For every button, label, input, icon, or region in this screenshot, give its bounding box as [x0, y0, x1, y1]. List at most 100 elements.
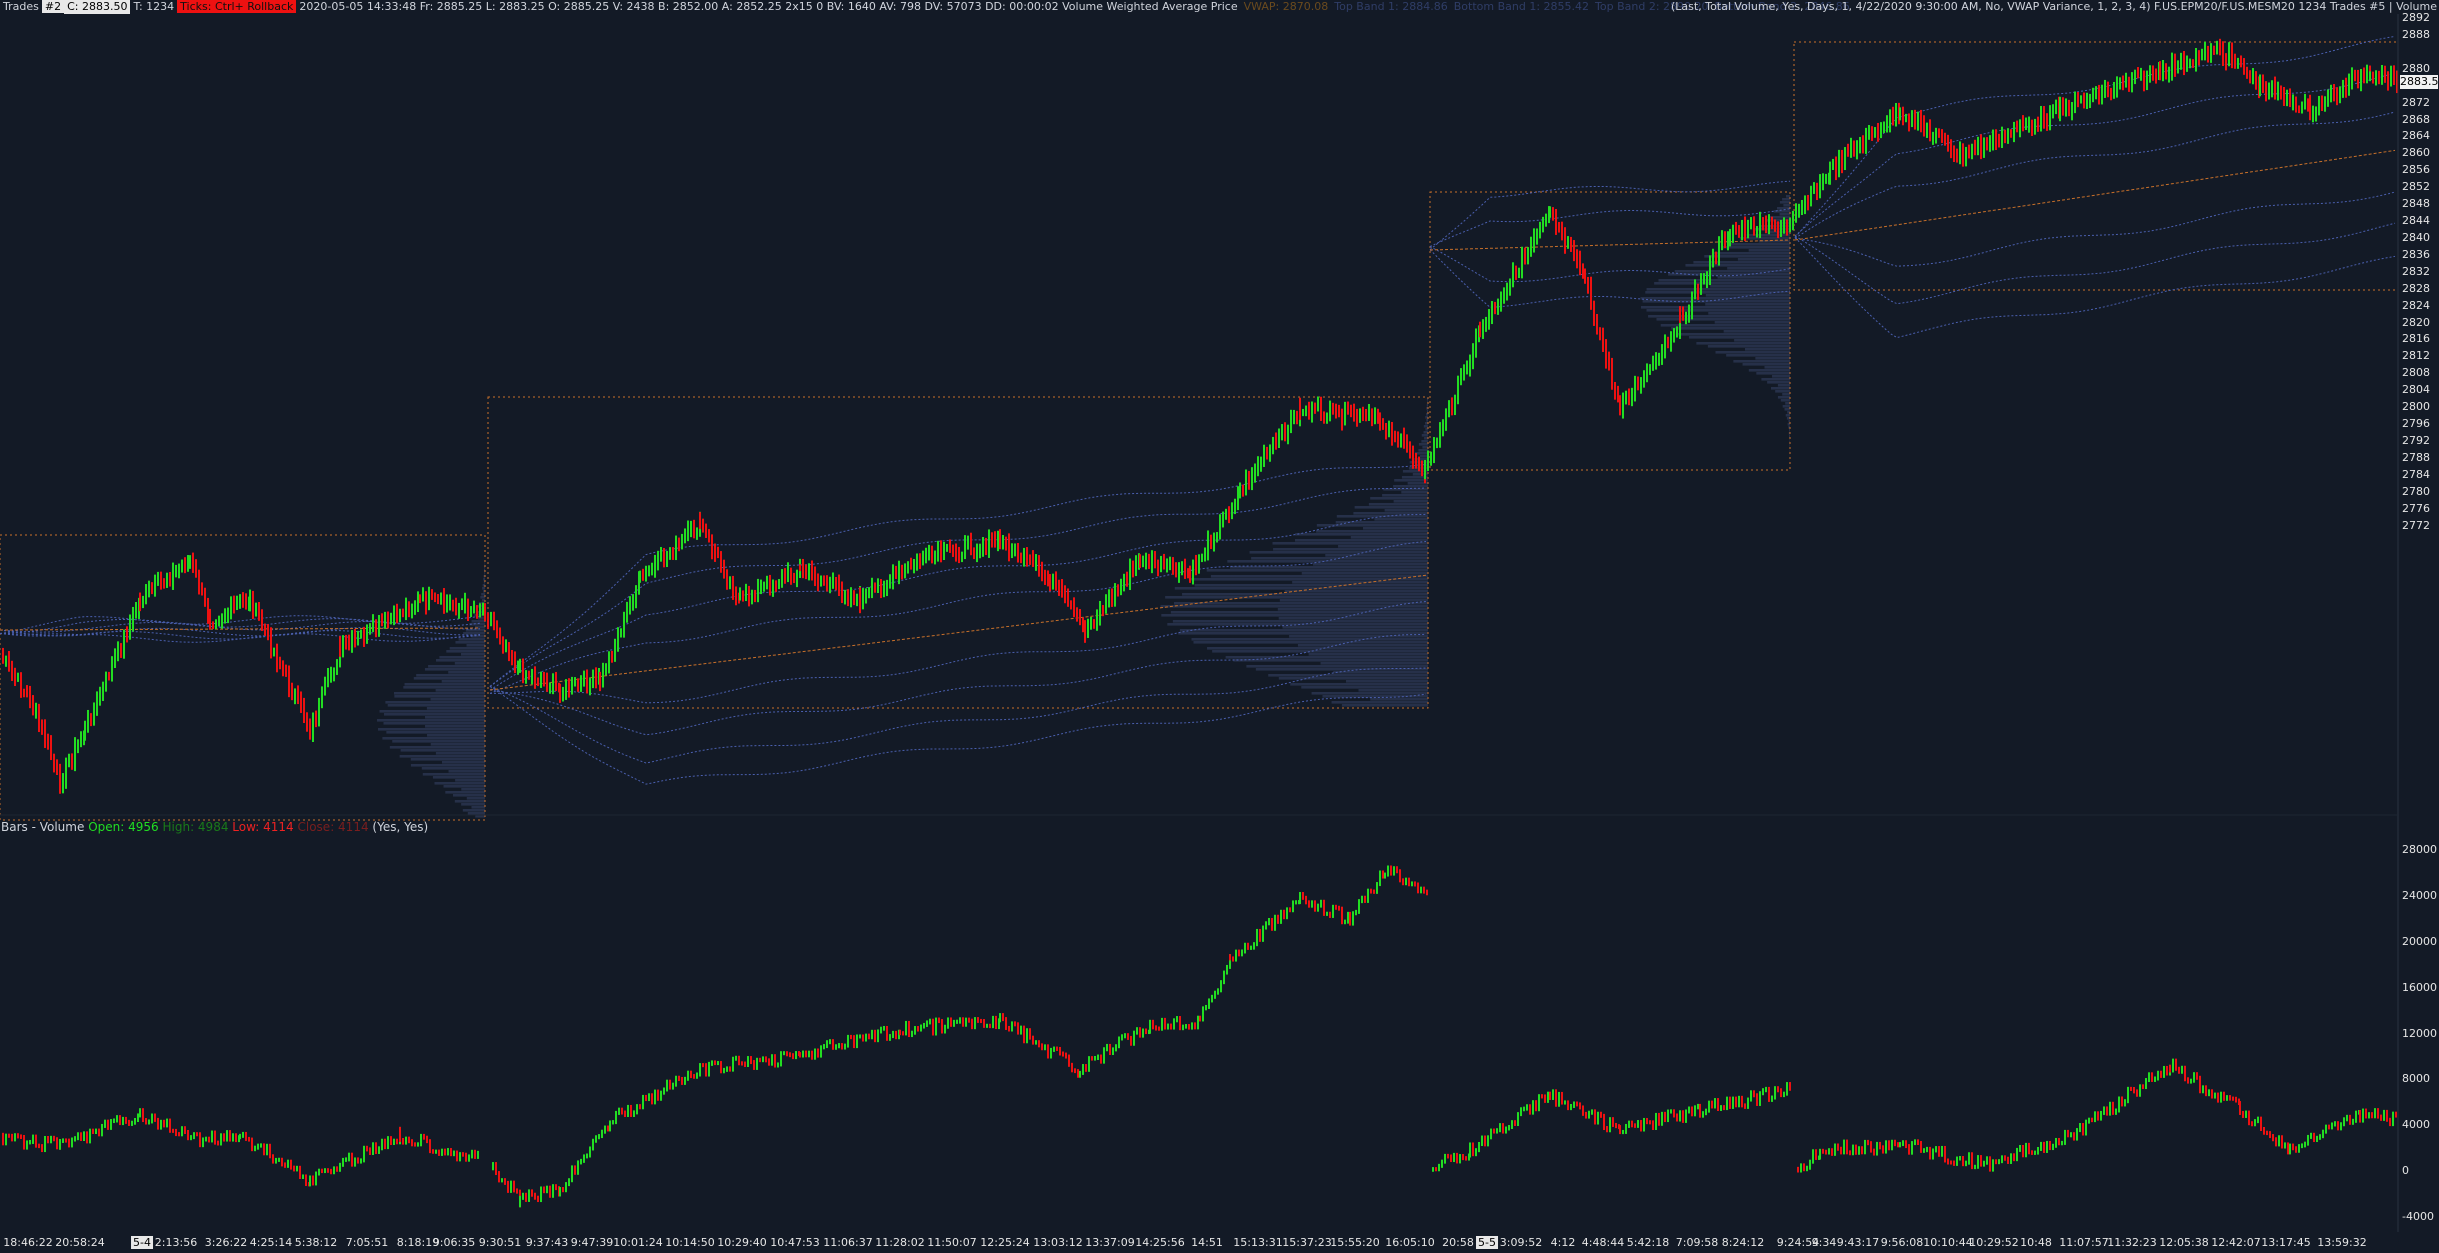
- time-axis-label: 13:17:45: [2261, 1236, 2311, 1249]
- volume-profile-row: [1772, 375, 1790, 378]
- volume-profile-row: [1764, 366, 1790, 369]
- vwap-line: [1794, 149, 2396, 241]
- chart-number-badge[interactable]: #2: [41, 0, 65, 13]
- volume-scale-label: 4000: [2402, 1118, 2430, 1132]
- volume-title-name: Bars - Volume: [1, 820, 85, 834]
- volume-settings-label: (Yes, Yes): [372, 820, 429, 834]
- volume-profile-row: [1384, 509, 1428, 512]
- time-axis-label: 12:25:24: [980, 1236, 1030, 1249]
- volume-profile-row: [1707, 345, 1790, 348]
- volume-profile-row: [432, 776, 485, 779]
- volume-profile-row: [1225, 656, 1428, 659]
- volume-scale[interactable]: 28000 24000 20000 16000 12000 8000 4000 0 -4000: [2398, 0, 2439, 1232]
- volume-profile-row: [424, 668, 485, 671]
- rollback-warning[interactable]: Ticks: Ctrl+ Rollback: [177, 0, 297, 13]
- volume-profile-row: [453, 794, 485, 797]
- volume-profile-row: [1789, 429, 1790, 432]
- volume-profile-row: [1421, 434, 1428, 437]
- volume-profile-row: [455, 779, 485, 782]
- volume-profile-row: [1312, 563, 1428, 566]
- volume-profile-row: [1645, 291, 1790, 294]
- volume-profile-row: [1172, 620, 1428, 623]
- volume-profile-row: [1370, 698, 1428, 701]
- volume-profile-row: [1277, 608, 1428, 611]
- volume-profile-row: [1210, 575, 1428, 578]
- volume-profile-row: [1363, 527, 1428, 530]
- chart-window[interactable]: Trades #2 C: 2883.50 T: 1234 Ticks: Ctrl+ Ro…: [0, 0, 2439, 1253]
- time-axis[interactable]: 18:46:22 20:58:24 5-4 2:13:56 3:26:22 4:25:14…: [0, 1232, 2398, 1253]
- time-axis-label: 8:24:12: [1721, 1236, 1765, 1249]
- volume-profile-row: [382, 737, 485, 740]
- session-box: [1793, 41, 2399, 291]
- ticks-label: T: 1234: [133, 0, 175, 13]
- time-axis-label: 11:32:23: [2107, 1236, 2157, 1249]
- time-axis-label: 13:37:09: [1085, 1236, 1135, 1249]
- time-axis-label: 11:28:02: [875, 1236, 925, 1249]
- volume-scale-label: -4000: [2402, 1210, 2434, 1223]
- volume-profile-row: [1785, 414, 1790, 417]
- volume-bars-layer: [2, 865, 2397, 1208]
- time-axis-label: 10:10:44: [1923, 1236, 1973, 1249]
- volume-profile-row: [1426, 419, 1428, 422]
- time-axis-label: 4:12: [1550, 1236, 1576, 1249]
- volume-profile-row: [484, 572, 485, 575]
- bottom-band-value: Bottom Band 1: 2855.42: [1453, 0, 1590, 13]
- volume-profile-row: [434, 782, 485, 785]
- volume-profile-row: [1748, 249, 1790, 252]
- volume-profile-row: [1193, 641, 1428, 644]
- time-axis-label: 4:25:14: [249, 1236, 293, 1249]
- vwap-band-line: [1794, 191, 2396, 267]
- volume-profile-row: [462, 809, 485, 812]
- volume-study-title[interactable]: Bars - Volume Open: 4956 High: 4984 Low:…: [1, 820, 428, 834]
- time-axis-label: 9:56:08: [1880, 1236, 1924, 1249]
- volume-scale-label: 28000: [2402, 843, 2437, 856]
- volume-profile-row: [377, 728, 485, 731]
- session-box-layer: [0, 41, 2399, 821]
- volume-profile-row: [460, 653, 485, 656]
- volume-profile-row: [448, 671, 485, 674]
- volume-profile-row: [1179, 629, 1428, 632]
- chart-canvas[interactable]: [0, 0, 2439, 1253]
- volume-profile-row: [1308, 653, 1428, 656]
- volume-profile-row: [1160, 605, 1428, 608]
- volume-profile-row: [449, 647, 485, 650]
- volume-profile-row: [1278, 617, 1428, 620]
- time-axis-label: 3:09:52: [1499, 1236, 1543, 1249]
- volume-scale-label: 12000: [2402, 1026, 2437, 1040]
- volume-profile-row: [1421, 440, 1428, 443]
- volume-scale-label: 20000: [2402, 934, 2437, 948]
- volume-profile-row: [404, 683, 485, 686]
- volume-profile-row: [482, 587, 485, 590]
- volume-profile-row: [1174, 587, 1428, 590]
- vwap-band-layer: [0, 35, 2396, 785]
- volume-profile-row: [1316, 530, 1428, 533]
- volume-profile-row: [1341, 704, 1428, 707]
- volume-profile-row: [1722, 246, 1790, 249]
- volume-profile-row: [379, 710, 485, 713]
- time-axis-label: 7:05:51: [345, 1236, 389, 1249]
- volume-profile-row: [1642, 300, 1790, 303]
- volume-profile-row: [1742, 363, 1790, 366]
- volume-scale-label: 16000: [2402, 980, 2437, 994]
- volume-profile-row: [1423, 425, 1428, 428]
- volume-profile-row: [448, 770, 485, 773]
- volume-profile-row: [1182, 593, 1428, 596]
- time-axis-label: 20:58: [1442, 1236, 1474, 1249]
- volume-profile-row: [1194, 584, 1428, 587]
- volume-profile-row: [1426, 404, 1428, 407]
- volume-profile-row: [1246, 665, 1428, 668]
- volume-profile-row: [1278, 677, 1428, 680]
- volume-profile-row: [1165, 596, 1428, 599]
- volume-profile-row: [461, 788, 485, 791]
- volume-profile-row: [1717, 276, 1790, 279]
- volume-profile-row: [1167, 623, 1428, 626]
- volume-profile-row: [1358, 689, 1428, 692]
- volume-profile-row: [1748, 369, 1790, 372]
- volume-profile-row: [471, 620, 485, 623]
- volume-profile-row: [1783, 204, 1790, 207]
- volume-profile-row: [466, 644, 485, 647]
- time-axis-label: 11:06:37: [823, 1236, 873, 1249]
- time-axis-label: 9:30:51: [478, 1236, 522, 1249]
- volume-profile-row: [1350, 536, 1428, 539]
- volume-profile-row: [426, 707, 485, 710]
